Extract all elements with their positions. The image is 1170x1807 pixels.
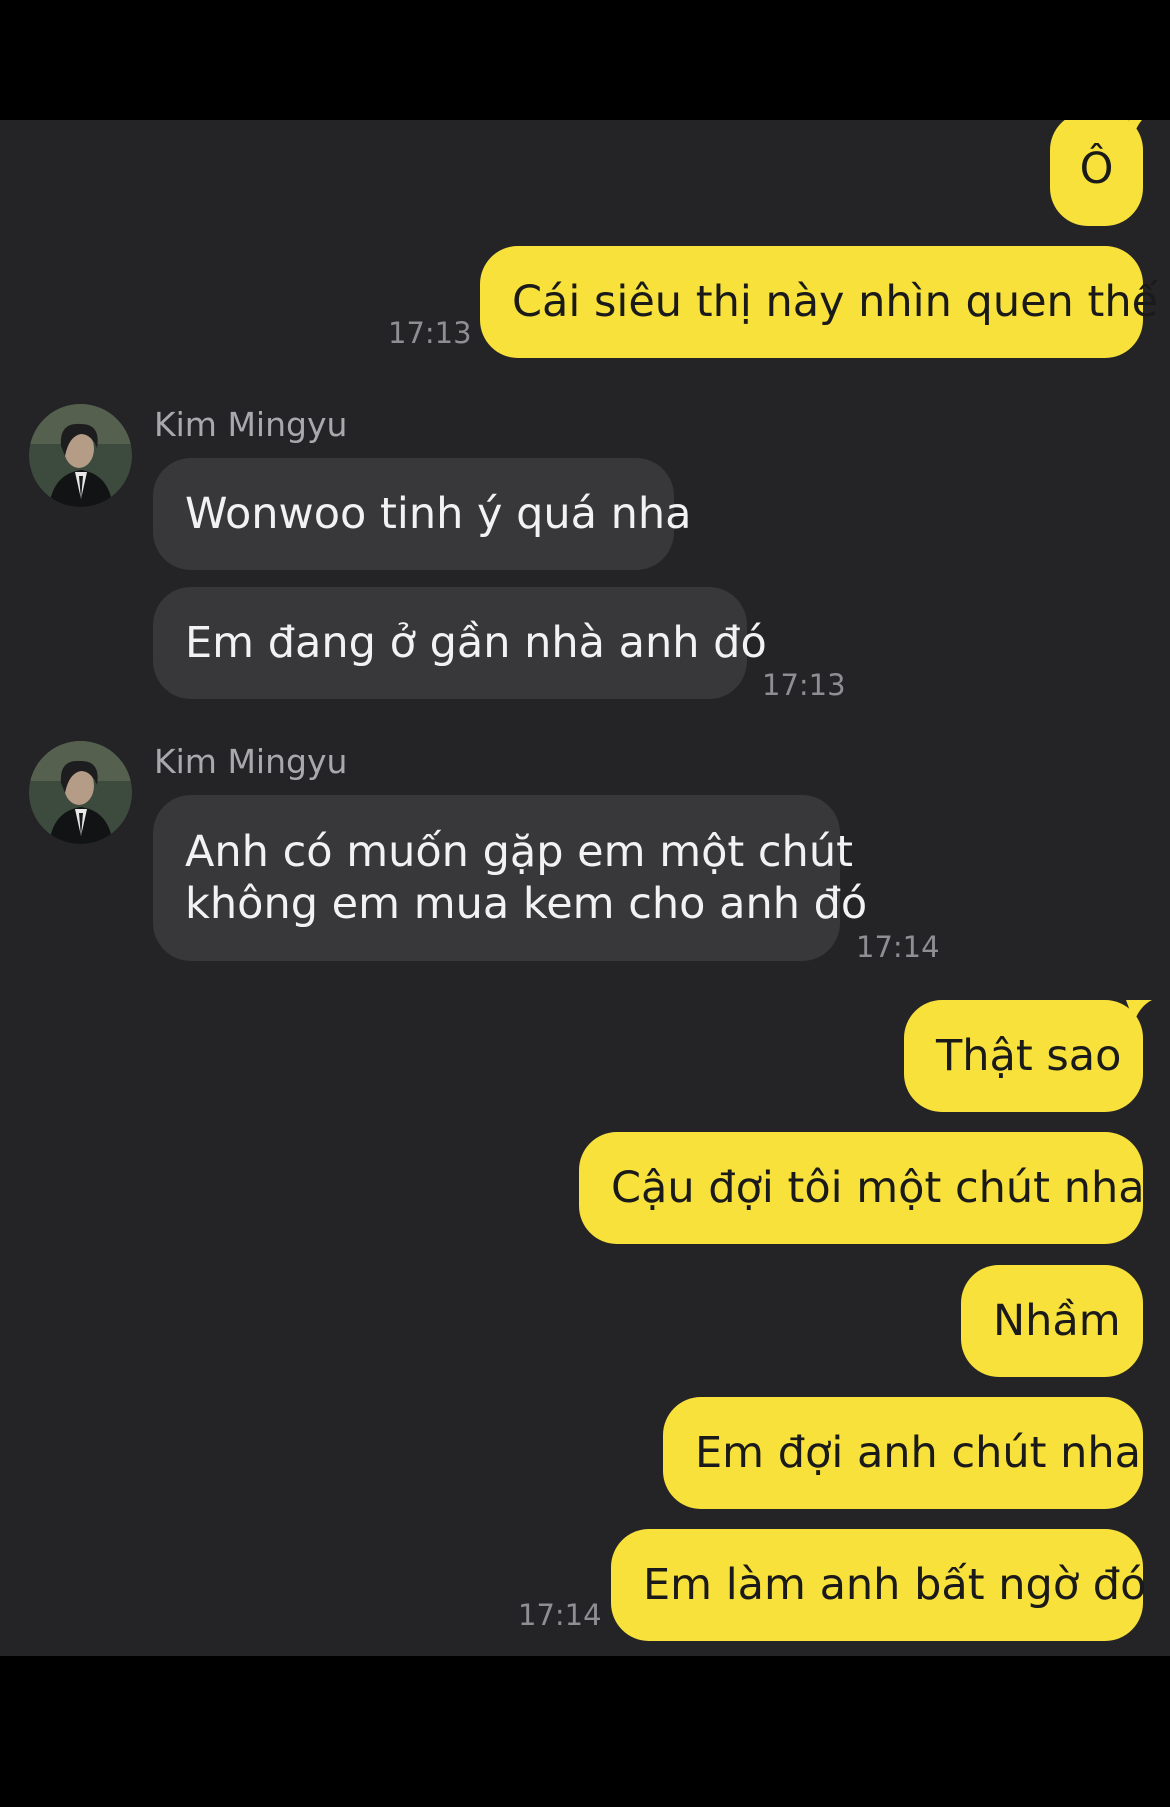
- message-text: Wonwoo tinh ý quá nha: [185, 489, 692, 539]
- avatar-photo-icon: [29, 741, 132, 844]
- message-text: Em làm anh bất ngờ đó: [643, 1560, 1147, 1610]
- message-text: Em đang ở gần nhà anh đó: [185, 618, 767, 668]
- message-timestamp: 17:14: [856, 930, 940, 964]
- outgoing-message[interactable]: Em làm anh bất ngờ đó: [611, 1529, 1147, 1641]
- incoming-message[interactable]: Anh có muốn gặp em một chút không em mua…: [153, 795, 867, 961]
- message-timestamp: 17:14: [518, 1598, 602, 1632]
- message-text: Ô: [1079, 144, 1114, 194]
- contact-avatar[interactable]: [29, 741, 132, 844]
- outgoing-message[interactable]: Em đợi anh chút nha: [663, 1397, 1143, 1509]
- message-text: Nhầm: [993, 1296, 1121, 1346]
- incoming-message[interactable]: Em đang ở gần nhà anh đó: [153, 587, 767, 699]
- sender-name: Kim Mingyu: [154, 742, 348, 781]
- outgoing-message[interactable]: Nhầm: [961, 1265, 1143, 1377]
- avatar-photo-icon: [29, 404, 132, 507]
- outgoing-message[interactable]: Thật sao: [904, 1000, 1143, 1112]
- outgoing-message[interactable]: Cái siêu thị này nhìn quen thế: [480, 246, 1158, 358]
- outgoing-message[interactable]: Cậu đợi tôi một chút nha: [579, 1132, 1145, 1244]
- contact-avatar[interactable]: [29, 404, 132, 507]
- chat-message-list[interactable]: Ô 17:13 Cái siêu thị này nhìn quen thế K…: [0, 120, 1170, 1656]
- message-text: Thật sao: [936, 1031, 1122, 1081]
- message-text: Em đợi anh chút nha: [695, 1428, 1141, 1478]
- message-timestamp: 17:13: [762, 668, 846, 702]
- message-text: Cậu đợi tôi một chút nha: [611, 1163, 1145, 1213]
- message-text-line: không em mua kem cho anh đó: [185, 879, 868, 929]
- message-text-line: Anh có muốn gặp em một chút: [185, 827, 853, 877]
- message-text: Cái siêu thị này nhìn quen thế: [512, 277, 1159, 327]
- sender-name: Kim Mingyu: [154, 405, 348, 444]
- incoming-message[interactable]: Wonwoo tinh ý quá nha: [153, 458, 692, 570]
- bubble-tail-icon: [1128, 120, 1142, 134]
- screen: Ô 17:13 Cái siêu thị này nhìn quen thế K…: [0, 0, 1170, 1807]
- message-timestamp: 17:13: [388, 316, 472, 350]
- bubble-tail-icon: [1126, 1000, 1152, 1022]
